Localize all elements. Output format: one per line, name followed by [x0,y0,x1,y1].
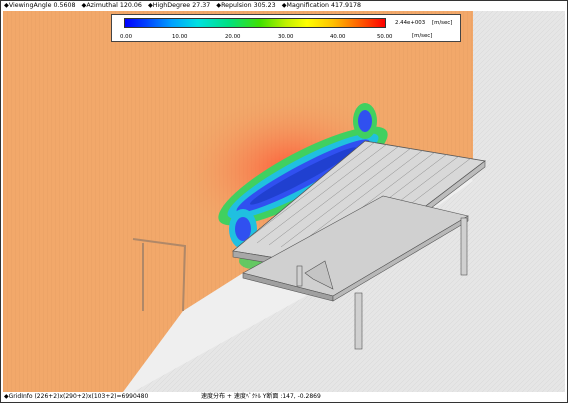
legend-unit-top: [m/sec] [432,20,453,26]
legend-max-value: 2.44e+003 [395,20,426,26]
high-degree: ◆HighDegree 27.37 [147,2,211,9]
azimuthal: ◆Azimuthal 120.06 [81,2,142,9]
section-info: 速度分布 + 速度ﾍﾞｸﾄﾙ Y断面 :147, -0.2869 [201,393,321,400]
legend-unit-bottom: [m/sec] [412,33,433,39]
legend-tick-50: 50.00 [377,34,393,40]
grid-info: ◆GridInfo (226+2)x(290+2)x(103+2)=699048… [4,393,149,400]
legend-tick-10: 10.00 [172,34,188,40]
view-parameters-bar: ◆ViewingAngle 0.5608 ◆Azimuthal 120.06 ◆… [1,1,567,11]
legend-tick-30: 30.00 [278,34,294,40]
scene-canvas[interactable] [3,11,565,392]
info-bar: ◆GridInfo (226+2)x(290+2)x(103+2)=699048… [1,392,567,402]
viewing-angle: ◆ViewingAngle 0.5608 [4,2,76,9]
3d-viewport[interactable] [3,11,565,392]
color-scale-legend: 0.00 10.00 20.00 30.00 40.00 50.00 2.44e… [111,14,461,42]
legend-tick-40: 40.00 [330,34,346,40]
legend-tick-20: 20.00 [225,34,241,40]
repulsion: ◆Repulsion 305.23 [216,2,276,9]
viewer-window: ◆ViewingAngle 0.5608 ◆Azimuthal 120.06 ◆… [0,0,568,403]
color-scale-bar [124,18,386,28]
magnification: ◆Magnification 417.9178 [281,2,361,9]
legend-tick-0: 0.00 [120,34,133,40]
